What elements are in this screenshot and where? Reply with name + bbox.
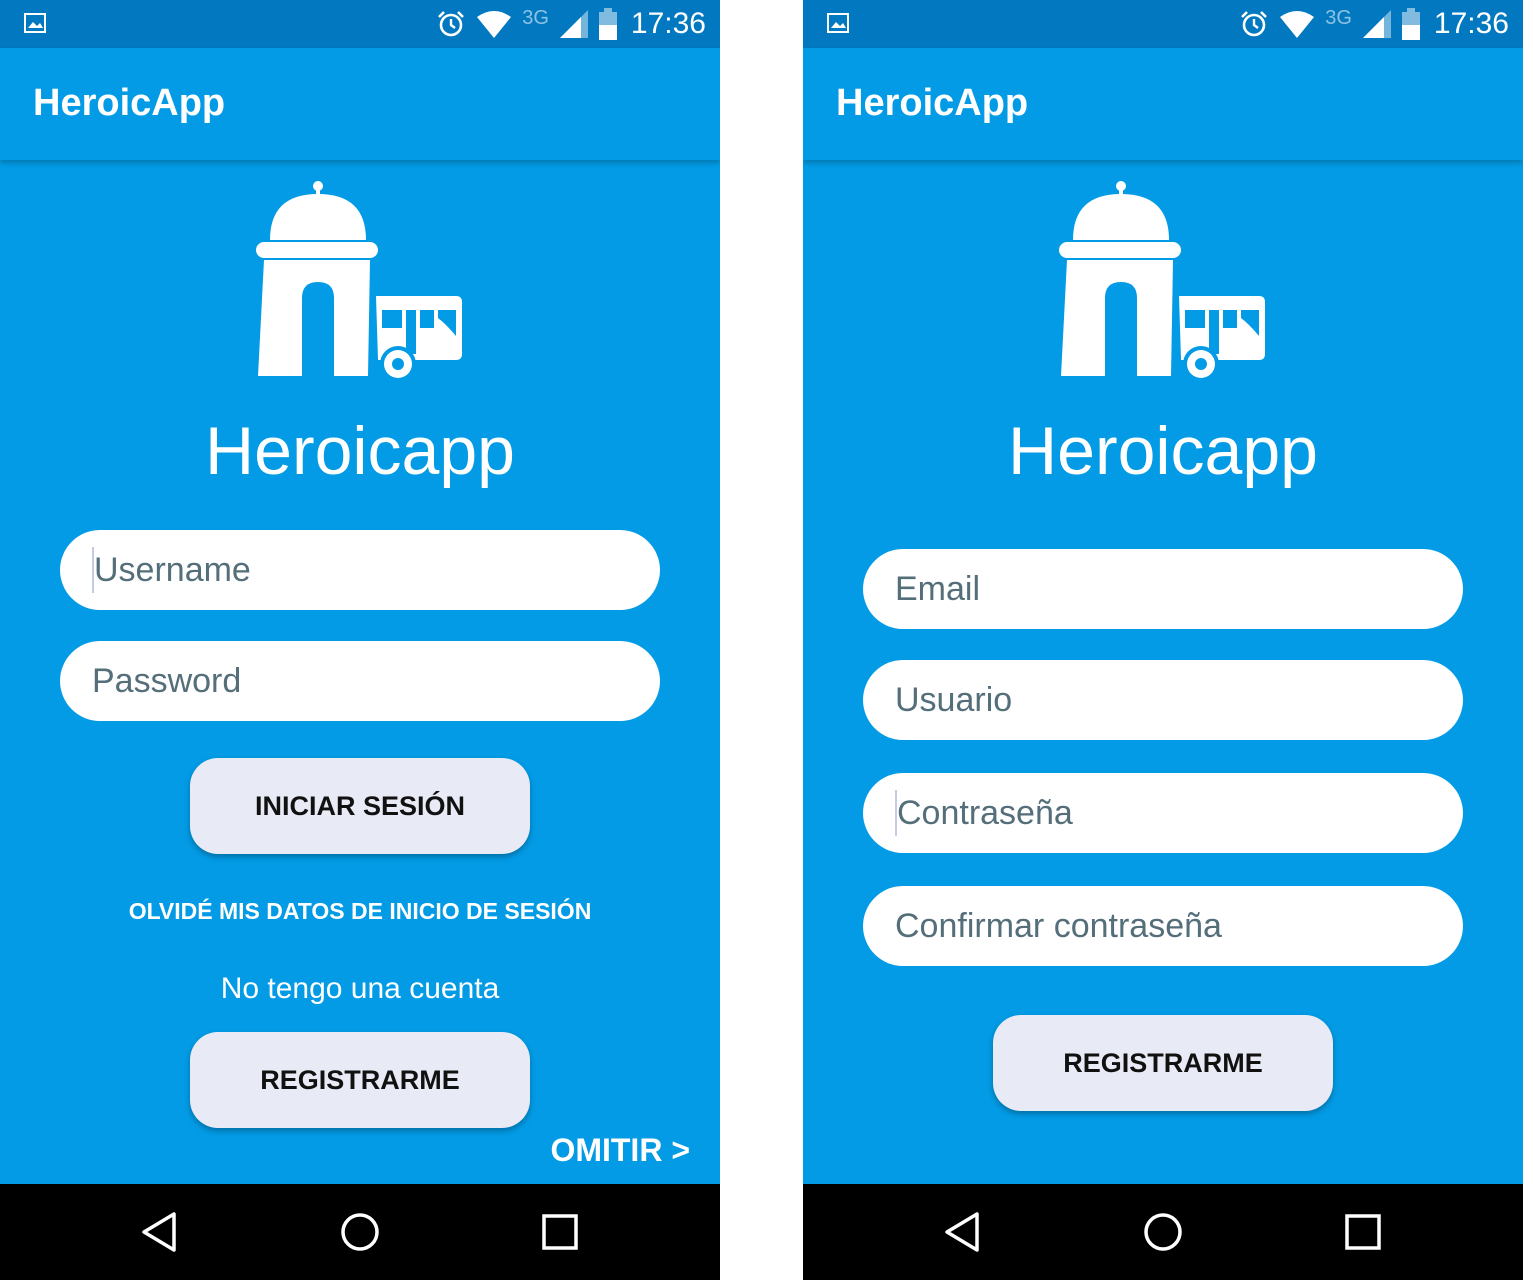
wifi-icon: [1280, 11, 1315, 38]
signal-icon: [1362, 10, 1391, 38]
app-bar: HeroicApp: [803, 48, 1523, 160]
register-button[interactable]: REGISTRARME: [993, 1015, 1333, 1111]
image-icon: [24, 13, 46, 33]
back-icon[interactable]: [136, 1208, 184, 1256]
recents-icon[interactable]: [1339, 1208, 1387, 1256]
app-bar: HeroicApp: [0, 48, 720, 160]
battery-icon: [598, 8, 617, 40]
gate-bus-logo-icon: [1059, 181, 1265, 382]
home-icon[interactable]: [336, 1208, 384, 1256]
image-icon: [827, 13, 849, 33]
app-title: HeroicApp: [836, 82, 1029, 124]
register-button[interactable]: REGISTRARME: [190, 1032, 530, 1128]
status-bar: 3G 17:36: [0, 0, 720, 48]
login-screen: 3G 17:36 HeroicApp Heroicapp Username Pa…: [0, 0, 720, 1280]
brand-name: Heroicapp: [1008, 413, 1318, 489]
register-screen: 3G 17:36 HeroicApp Heroicapp Email Usuar…: [803, 0, 1523, 1280]
username-input[interactable]: Username: [60, 530, 660, 610]
user-placeholder: Usuario: [895, 680, 1013, 719]
password-placeholder: Password: [92, 661, 242, 700]
password-input[interactable]: Contraseña: [863, 773, 1463, 853]
network-type: 3G: [1325, 6, 1352, 29]
email-placeholder: Email: [895, 569, 981, 608]
recents-icon[interactable]: [536, 1208, 584, 1256]
email-input[interactable]: Email: [863, 549, 1463, 629]
password-input[interactable]: Password: [60, 641, 660, 721]
back-icon[interactable]: [939, 1208, 987, 1256]
skip-link[interactable]: OMITIR >: [550, 1132, 690, 1169]
no-account-text: No tengo una cuenta: [220, 972, 500, 1005]
user-input[interactable]: Usuario: [863, 660, 1463, 740]
confirm-password-input[interactable]: Confirmar contraseña: [863, 886, 1463, 966]
battery-icon: [1401, 8, 1420, 40]
status-bar: 3G 17:36: [803, 0, 1523, 48]
alarm-icon: [1241, 11, 1268, 37]
navigation-bar: [803, 1184, 1523, 1280]
confirm-password-placeholder: Confirmar contraseña: [895, 906, 1222, 945]
app-title: HeroicApp: [33, 82, 226, 124]
home-icon[interactable]: [1139, 1208, 1187, 1256]
username-placeholder: Username: [94, 550, 251, 589]
forgot-credentials-link[interactable]: OLVIDÉ MIS DATOS DE INICIO DE SESIÓN: [0, 898, 720, 925]
wifi-icon: [477, 11, 512, 38]
password-placeholder: Contraseña: [897, 793, 1073, 832]
network-type: 3G: [522, 6, 549, 29]
gate-bus-logo-icon: [256, 181, 462, 382]
brand-name: Heroicapp: [205, 413, 515, 489]
status-time: 17:36: [630, 7, 706, 40]
signal-icon: [559, 10, 588, 38]
alarm-icon: [438, 11, 465, 37]
navigation-bar: [0, 1184, 720, 1280]
status-time: 17:36: [1433, 7, 1509, 40]
login-button[interactable]: INICIAR SESIÓN: [190, 758, 530, 854]
